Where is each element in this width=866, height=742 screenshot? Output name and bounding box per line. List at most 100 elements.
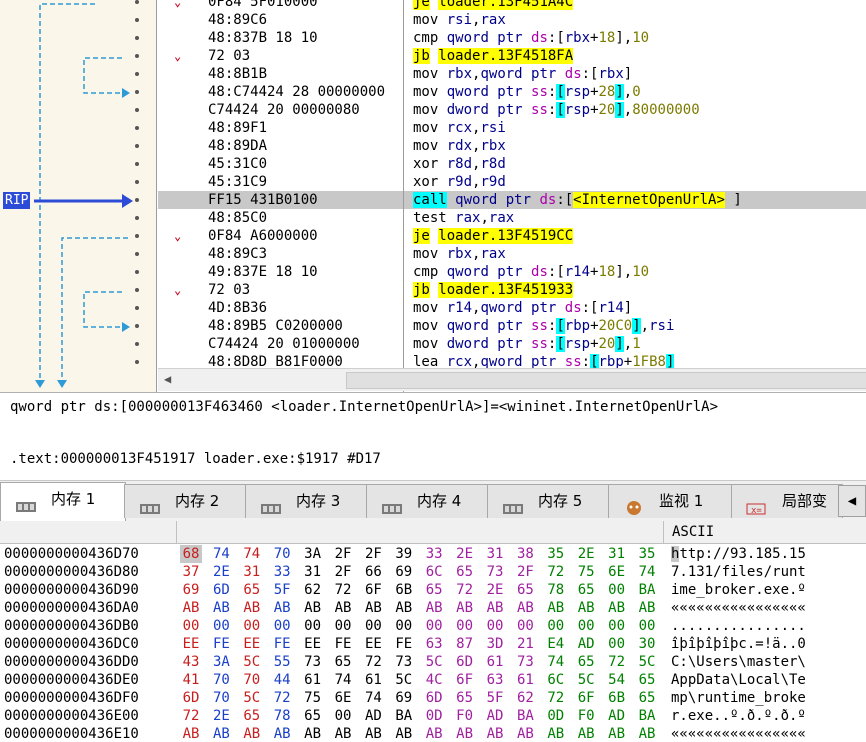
hex-byte[interactable]: 72 [606, 653, 628, 671]
tab-3[interactable]: 内存 3 [245, 484, 368, 518]
hex-byte[interactable]: AB [180, 725, 202, 742]
hex-byte[interactable]: AB [606, 599, 628, 617]
tab-1[interactable]: 内存 1 [0, 482, 126, 522]
hex-byte[interactable]: 5C [241, 653, 263, 671]
hex-byte[interactable]: 44 [271, 671, 293, 689]
instruction-row[interactable]: 4D:8B36 mov r14,qword ptr ds:[r14] [158, 299, 866, 317]
hex-byte[interactable]: AB [362, 725, 384, 742]
ascii-text[interactable]: ................ [671, 617, 806, 635]
hex-byte[interactable]: 63 [423, 635, 445, 653]
tab-4[interactable]: 内存 4 [366, 484, 489, 518]
hex-byte[interactable]: FE [393, 635, 415, 653]
ascii-text[interactable]: «««««««««««««««« [671, 599, 806, 617]
hex-byte[interactable]: 31 [606, 545, 628, 563]
hex-byte[interactable]: 31 [241, 563, 263, 581]
hex-byte[interactable]: 5F [484, 689, 506, 707]
ascii-text[interactable]: C:\Users\master\ [671, 653, 806, 671]
ascii-text[interactable]: mp\runtime_broke [671, 689, 806, 707]
hex-byte[interactable]: 70 [210, 689, 232, 707]
hex-byte[interactable]: AB [302, 725, 324, 742]
hex-byte[interactable]: FE [332, 635, 354, 653]
hex-byte[interactable]: 69 [393, 689, 415, 707]
scroll-left-icon[interactable]: ◀ [164, 372, 171, 386]
ascii-text[interactable]: îþîþîþîþc.=!ä..0 [671, 635, 806, 653]
dump-row[interactable]: 0000000000436D70 68 74 74 70 3A 2F 2F 39 33 2E 31 38… [0, 545, 866, 563]
hex-byte[interactable]: 78 [545, 581, 567, 599]
hex-byte[interactable]: AB [514, 725, 536, 742]
instruction-row[interactable]: 48:837B 18 10 cmp qword ptr ds:[rbx+18],1… [158, 29, 866, 47]
hex-byte[interactable]: 6F [362, 581, 384, 599]
dump-address[interactable]: 0000000000436DC0 [4, 635, 139, 653]
hex-byte[interactable]: 65 [302, 707, 324, 725]
hex-byte[interactable]: AB [606, 725, 628, 742]
instruction-row[interactable]: 49:837E 18 10 cmp qword ptr ds:[r14+18],1… [158, 263, 866, 281]
instruction-row[interactable]: 48:89C3 mov rbx,rax [158, 245, 866, 263]
hex-byte[interactable]: 33 [423, 545, 445, 563]
branch-chevron-icon[interactable]: ⌄ [174, 227, 181, 245]
dump-address[interactable]: 0000000000436D90 [4, 581, 139, 599]
hex-byte[interactable]: 00 [514, 617, 536, 635]
dump-row[interactable]: 0000000000436DA0 AB AB AB AB AB AB AB AB AB AB AB AB… [0, 599, 866, 617]
dump-row[interactable]: 0000000000436DC0 EE FE EE FE EE FE EE FE 63 87 3D 21… [0, 635, 866, 653]
hex-byte[interactable]: AB [241, 599, 263, 617]
hex-byte[interactable]: 00 [423, 617, 445, 635]
hex-byte[interactable]: 54 [606, 671, 628, 689]
hex-byte[interactable]: 70 [210, 671, 232, 689]
hex-byte[interactable]: 2E [484, 581, 506, 599]
hex-byte[interactable]: AD [362, 707, 384, 725]
hex-byte[interactable]: 2F [514, 563, 536, 581]
horizontal-scrollbar[interactable]: ◀ [158, 368, 866, 391]
hex-byte[interactable]: 35 [545, 545, 567, 563]
hex-byte[interactable]: 00 [332, 617, 354, 635]
hex-byte[interactable]: 6F [575, 689, 597, 707]
hex-byte[interactable]: 30 [636, 635, 658, 653]
dump-row[interactable]: 0000000000436E10 AB AB AB AB AB AB AB AB AB AB AB AB… [0, 725, 866, 742]
hex-byte[interactable]: 4C [423, 671, 445, 689]
hex-byte[interactable]: AD [484, 707, 506, 725]
hex-byte[interactable]: 00 [636, 617, 658, 635]
hex-byte[interactable]: 74 [545, 653, 567, 671]
hex-byte[interactable]: 65 [636, 671, 658, 689]
hex-byte[interactable]: 2E [454, 545, 476, 563]
hex-byte[interactable]: AB [454, 599, 476, 617]
hex-byte[interactable]: 65 [241, 707, 263, 725]
hex-byte[interactable]: AB [636, 725, 658, 742]
hex-byte[interactable]: 6D [423, 689, 445, 707]
hex-byte[interactable]: 70 [271, 545, 293, 563]
hex-byte[interactable]: AB [393, 725, 415, 742]
hex-byte[interactable]: 43 [180, 653, 202, 671]
hex-byte[interactable]: 55 [271, 653, 293, 671]
hex-byte[interactable]: 37 [180, 563, 202, 581]
instruction-row[interactable]: 45:31C0 xor r8d,r8d [158, 155, 866, 173]
dump-address[interactable]: 0000000000436E00 [4, 707, 139, 725]
hex-byte[interactable]: 69 [180, 581, 202, 599]
branch-chevron-icon[interactable]: ⌄ [174, 47, 181, 65]
address-column-header[interactable] [0, 521, 177, 543]
hex-byte[interactable]: EE [362, 635, 384, 653]
hex-byte[interactable]: 00 [271, 617, 293, 635]
hex-byte[interactable]: 5C [241, 689, 263, 707]
hex-byte[interactable]: 3D [484, 635, 506, 653]
hex-byte[interactable]: 6D [454, 653, 476, 671]
hex-byte[interactable]: 00 [606, 635, 628, 653]
ascii-text[interactable]: r.exe..º.ð.º.ð.º [671, 707, 806, 725]
hex-byte[interactable]: AB [514, 599, 536, 617]
ascii-column-header[interactable]: ASCII [664, 521, 866, 543]
hex-byte[interactable]: FE [210, 635, 232, 653]
tab-2[interactable]: 内存 2 [124, 484, 247, 518]
instruction-row[interactable]: ⌄ 72 03 jb loader.13F451933 [158, 281, 866, 299]
hex-byte[interactable]: 00 [210, 617, 232, 635]
hex-byte[interactable]: 73 [393, 653, 415, 671]
hex-byte[interactable]: 68 [180, 545, 202, 563]
hex-byte[interactable]: AB [545, 725, 567, 742]
dump-address[interactable]: 0000000000436D70 [4, 545, 139, 563]
hex-byte[interactable]: F0 [454, 707, 476, 725]
hex-byte[interactable]: 6B [393, 581, 415, 599]
hex-byte[interactable]: 65 [575, 653, 597, 671]
hex-byte[interactable]: 5C [636, 653, 658, 671]
hex-byte[interactable]: 00 [332, 707, 354, 725]
hex-byte[interactable]: 72 [180, 707, 202, 725]
hex-byte[interactable]: 6C [423, 563, 445, 581]
hex-byte[interactable]: 5C [423, 653, 445, 671]
hex-byte[interactable]: AB [210, 599, 232, 617]
